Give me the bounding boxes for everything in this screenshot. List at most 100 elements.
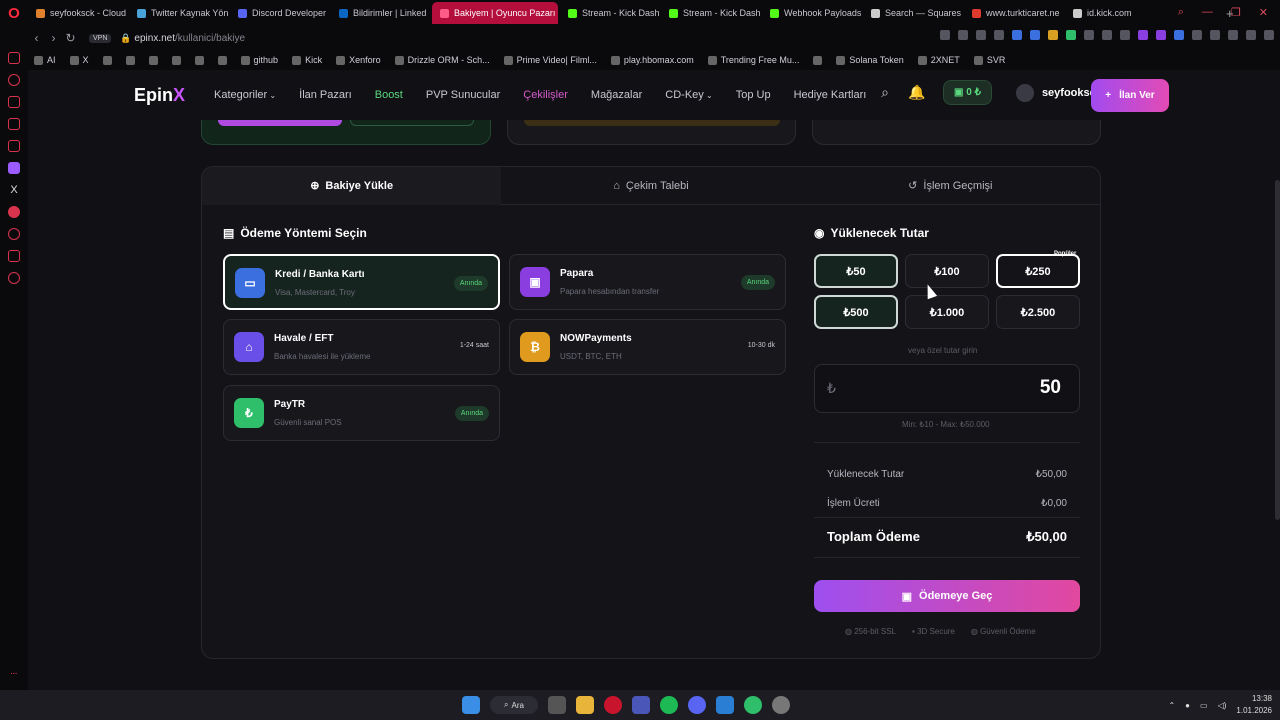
nav-item[interactable]: Çekilişler bbox=[523, 89, 568, 101]
bookmark-item[interactable]: AI bbox=[34, 55, 56, 65]
search-tabs-icon[interactable]: ⌕ bbox=[1178, 6, 1184, 19]
extension-icon[interactable] bbox=[1012, 30, 1022, 40]
bookmark-item[interactable] bbox=[125, 55, 135, 65]
task-view-icon[interactable] bbox=[548, 696, 566, 714]
spotify-icon[interactable] bbox=[660, 696, 678, 714]
browser-tab[interactable]: Twitter Kaynak Yön bbox=[129, 2, 228, 24]
amount-option[interactable]: ₺250 bbox=[996, 254, 1080, 288]
sidebar-pinboard-icon[interactable] bbox=[8, 118, 20, 130]
browser-tab[interactable]: www.turkticaret.ne bbox=[964, 2, 1063, 24]
bookmark-item[interactable]: play.hbomax.com bbox=[610, 55, 694, 65]
sidebar-messenger-icon[interactable] bbox=[8, 52, 20, 64]
forward-icon[interactable]: › bbox=[45, 31, 62, 45]
payment-method-card[interactable]: ₺ PayTR Güvenli sanal POS Anında bbox=[223, 385, 500, 441]
minimize-icon[interactable]: — bbox=[1202, 6, 1213, 19]
scrollbar[interactable] bbox=[1275, 180, 1280, 520]
amount-option[interactable]: ₺100 bbox=[905, 254, 989, 288]
extension-icon[interactable] bbox=[1210, 30, 1220, 40]
bookmark-item[interactable] bbox=[194, 55, 204, 65]
bookmark-item[interactable]: Kick bbox=[292, 55, 322, 65]
browser-tab[interactable]: id.kick.com bbox=[1065, 2, 1164, 24]
bookmark-item[interactable] bbox=[813, 55, 823, 65]
downloads-icon[interactable] bbox=[1228, 30, 1238, 40]
pay-button[interactable]: ▣ Ödemeye Geç bbox=[814, 580, 1080, 612]
nav-item[interactable]: Hediye Kartları bbox=[794, 89, 867, 101]
lock-icon[interactable]: 🔒 bbox=[117, 33, 134, 44]
url-field[interactable]: epinx.net/kullanici/bakiye bbox=[134, 33, 245, 44]
extension-icon[interactable] bbox=[1066, 30, 1076, 40]
discord-icon[interactable] bbox=[688, 696, 706, 714]
payment-method-card[interactable]: ₿ NOWPayments USDT, BTC, ETH 10-30 dk bbox=[509, 319, 786, 375]
tab-bakiye-yukle[interactable]: ⊕ Bakiye Yükle bbox=[202, 166, 502, 205]
display-icon[interactable]: ▭ bbox=[1200, 701, 1208, 710]
sidebar-twitch-icon[interactable] bbox=[8, 162, 20, 174]
nav-item[interactable]: Top Up bbox=[736, 89, 771, 101]
sidebar-history-icon[interactable] bbox=[8, 228, 20, 240]
ilan-ver-button[interactable]: + İlan Ver bbox=[1091, 79, 1169, 112]
tab-islem-gecmisi[interactable]: ↺ İşlem Geçmişi bbox=[801, 167, 1100, 205]
extension-icon[interactable] bbox=[994, 30, 1004, 40]
browser-tab[interactable]: seyfooksck - Cloud bbox=[28, 2, 127, 24]
volume-icon[interactable]: ◁) bbox=[1218, 701, 1227, 710]
browser-tab[interactable]: Discord Developer bbox=[230, 2, 329, 24]
menu-icon[interactable] bbox=[1264, 30, 1274, 40]
card-button[interactable] bbox=[350, 120, 474, 126]
sidebar-downloads-icon[interactable] bbox=[8, 250, 20, 262]
windows-start-icon[interactable] bbox=[462, 696, 480, 714]
balance-badge[interactable]: ▣ 0 ₺ bbox=[943, 80, 992, 105]
sidebar-music-icon[interactable] bbox=[8, 96, 20, 108]
browser-tab[interactable]: Search — Squares bbox=[863, 2, 962, 24]
bookmark-item[interactable] bbox=[102, 55, 112, 65]
amount-option[interactable]: ₺1.000 bbox=[905, 295, 989, 329]
payment-method-card[interactable]: ⌂ Havale / EFT Banka havalesi ile yükleme 1… bbox=[223, 319, 500, 375]
amount-option[interactable]: ₺50 bbox=[814, 254, 898, 288]
extension-icon[interactable] bbox=[1192, 30, 1202, 40]
extension-icon[interactable] bbox=[1048, 30, 1058, 40]
maximize-icon[interactable]: ❐ bbox=[1231, 6, 1241, 19]
bookmark-item[interactable]: 2XNET bbox=[917, 55, 960, 65]
payment-method-card[interactable]: ▣ Papara Papara hesabından transfer Anında bbox=[509, 254, 786, 310]
back-icon[interactable]: ‹ bbox=[28, 31, 45, 45]
tab-cekim-talebi[interactable]: ⌂ Çekim Talebi bbox=[501, 167, 800, 205]
extension-icon[interactable] bbox=[1174, 30, 1184, 40]
search-icon[interactable]: ⌕ bbox=[869, 84, 901, 101]
browser-tab[interactable]: Stream - Kick Dash bbox=[560, 2, 659, 24]
bookmark-item[interactable]: Trending Free Mu... bbox=[707, 55, 799, 65]
sidebar-x-icon[interactable]: X bbox=[8, 184, 20, 196]
card-button[interactable] bbox=[524, 120, 780, 126]
sidebar-record-icon[interactable] bbox=[8, 206, 20, 218]
nav-item[interactable]: Kategoriler ⌄ bbox=[214, 89, 276, 101]
nav-item[interactable]: CD-Key ⌄ bbox=[665, 89, 712, 101]
amount-option[interactable]: ₺500 bbox=[814, 295, 898, 329]
bookmark-item[interactable] bbox=[148, 55, 158, 65]
mic-icon[interactable]: ● bbox=[1185, 701, 1190, 710]
vscode-icon[interactable] bbox=[716, 696, 734, 714]
opera-taskbar-icon[interactable] bbox=[604, 696, 622, 714]
app-icon[interactable] bbox=[744, 696, 762, 714]
extension-icon[interactable] bbox=[976, 30, 986, 40]
extension-icon[interactable] bbox=[1030, 30, 1040, 40]
ai-icon[interactable] bbox=[1246, 30, 1256, 40]
reload-icon[interactable]: ↻ bbox=[62, 31, 79, 45]
clock[interactable]: 13:38 1.01.2026 bbox=[1236, 693, 1272, 717]
bookmark-item[interactable]: github bbox=[240, 55, 278, 65]
bookmark-item[interactable]: Drizzle ORM - Sch... bbox=[394, 55, 490, 65]
app-icon[interactable] bbox=[772, 696, 790, 714]
site-logo[interactable]: EpinX bbox=[134, 85, 185, 106]
sidebar-ai-icon[interactable] bbox=[8, 140, 20, 152]
extension-icon[interactable] bbox=[1084, 30, 1094, 40]
sidebar-more-icon[interactable]: ··· bbox=[11, 671, 18, 678]
bookmark-item[interactable]: SVR bbox=[973, 55, 1005, 65]
bookmark-item[interactable]: Solana Token bbox=[836, 55, 904, 65]
bookmark-item[interactable]: Prime Video| Filml... bbox=[503, 55, 597, 65]
extension-icon[interactable] bbox=[958, 30, 968, 40]
payment-method-card[interactable]: ▭ Kredi / Banka Kartı Visa, Mastercard, Tr… bbox=[223, 254, 500, 310]
taskbar-search[interactable]: ⌕ Ara bbox=[490, 696, 538, 714]
browser-tab[interactable]: Bildirimler | Linked bbox=[331, 2, 430, 24]
extension-icon[interactable] bbox=[940, 30, 950, 40]
bookmark-item[interactable]: X bbox=[69, 55, 89, 65]
bookmark-item[interactable]: Xenforo bbox=[336, 55, 381, 65]
opera-logo-icon[interactable]: O bbox=[0, 0, 28, 26]
nav-item[interactable]: PVP Sunucular bbox=[426, 89, 500, 101]
extension-icon[interactable] bbox=[1138, 30, 1148, 40]
